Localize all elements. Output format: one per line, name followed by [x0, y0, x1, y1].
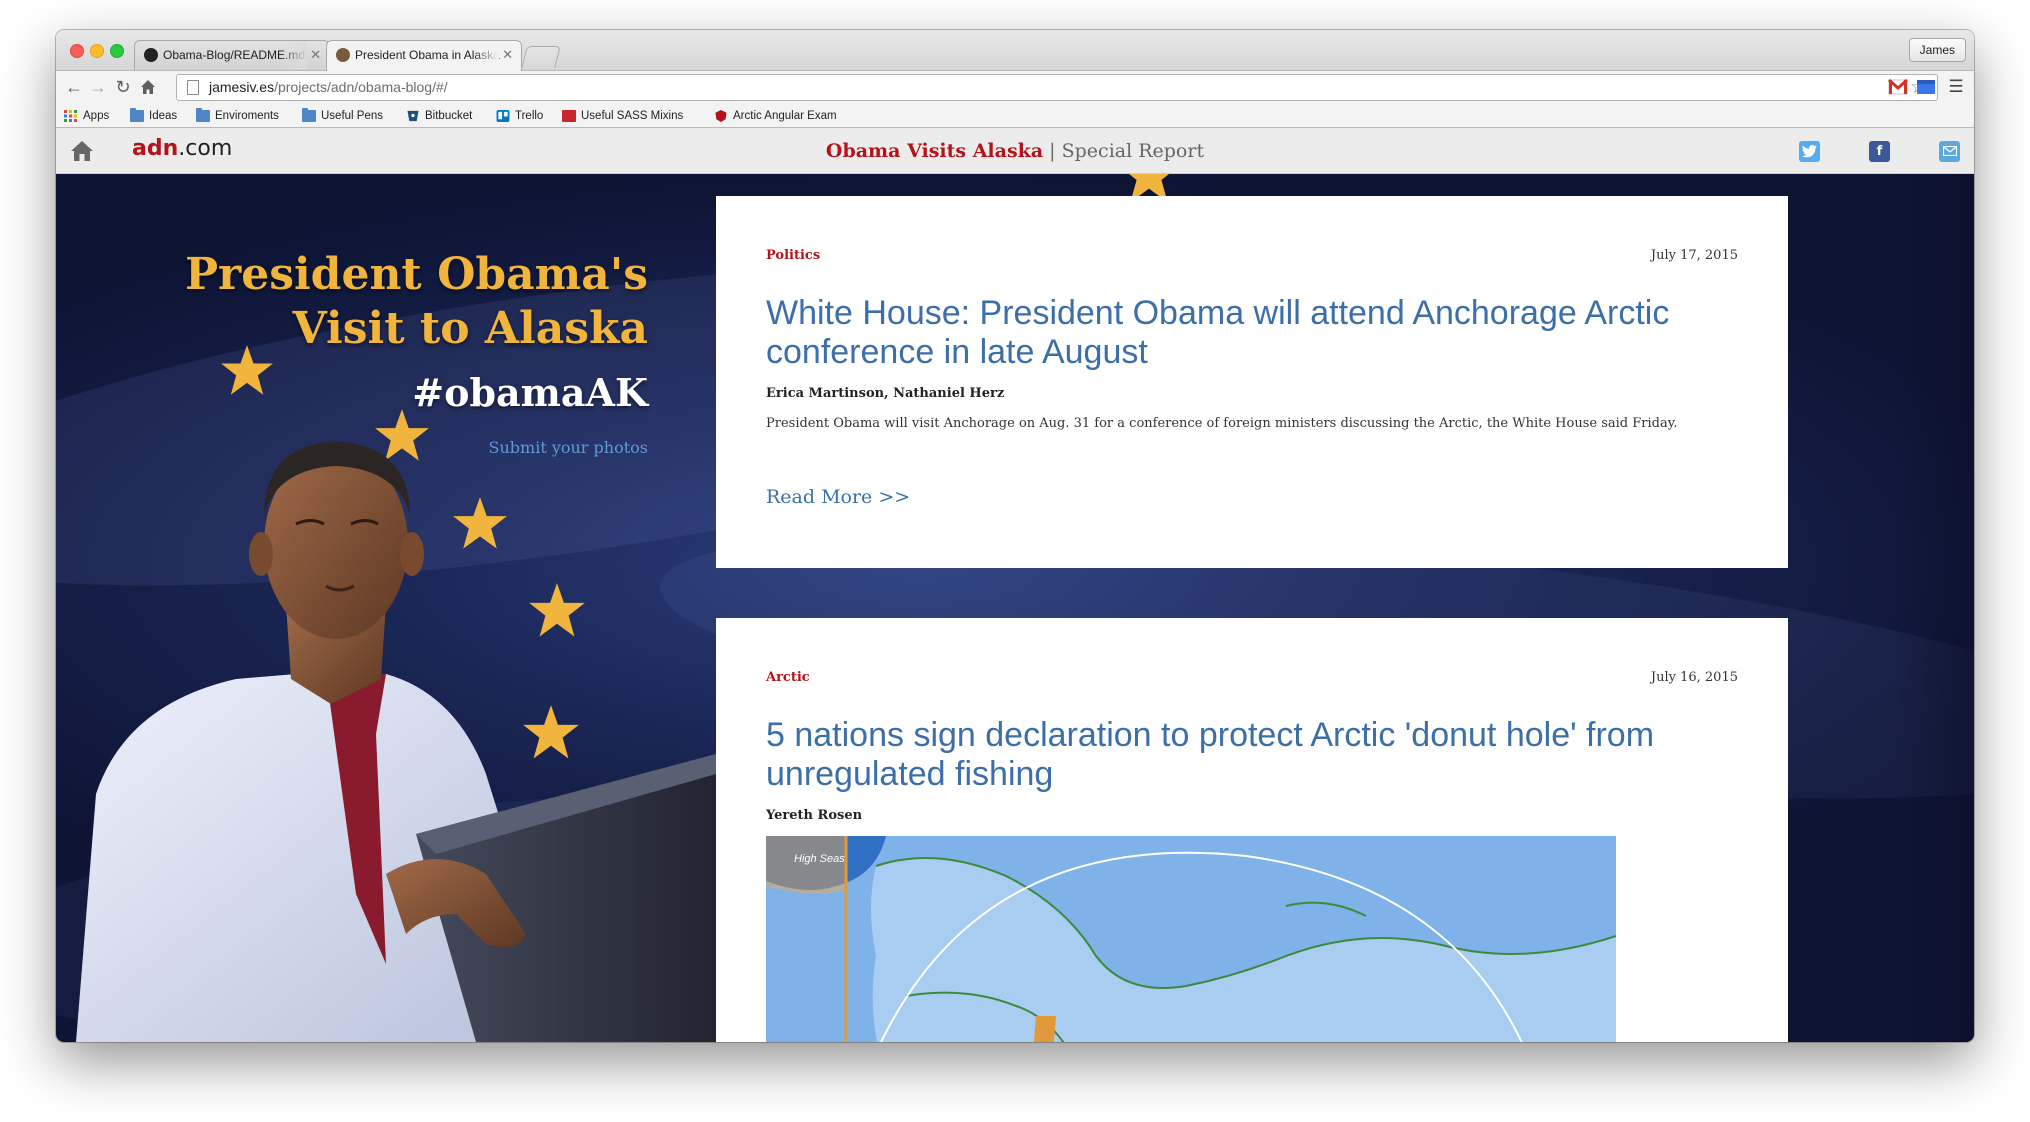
close-tab-icon[interactable]: ✕ [502, 41, 513, 69]
post-category[interactable]: Arctic [766, 670, 810, 685]
site-header: adn.com Obama Visits Alaska | Special Re… [56, 128, 1974, 174]
email-icon[interactable] [1939, 141, 1960, 162]
apps-grid-icon [64, 110, 77, 122]
bookmark-apps[interactable]: Apps [64, 104, 109, 128]
extension-icon[interactable] [1916, 78, 1936, 96]
post-date: July 16, 2015 [1650, 670, 1738, 685]
bookmark-enviroments[interactable]: Enviroments [196, 104, 279, 128]
reload-icon[interactable]: ↻ [111, 75, 135, 99]
bookmark-ideas[interactable]: Ideas [130, 104, 177, 128]
post-headline[interactable]: White House: President Obama will attend… [766, 294, 1756, 372]
codepen-icon [562, 110, 576, 122]
gmail-icon[interactable] [1888, 78, 1908, 96]
adn-icon [715, 110, 727, 122]
bookmark-bitbucket[interactable]: Bitbucket [406, 104, 472, 128]
bitbucket-icon [407, 110, 419, 122]
hero-title: President Obama's Visit to Alaska [184, 249, 648, 354]
post-card: Politics July 17, 2015 White House: Pres… [716, 196, 1788, 568]
svg-text:High Seas: High Seas [794, 853, 845, 865]
page-content: President Obama's Visit to Alaska #obama… [56, 174, 1974, 1042]
profile-button[interactable]: James [1908, 38, 1966, 62]
address-bar[interactable]: jamesiv.es/projects/adn/obama-blog/#/ ☆ [176, 74, 1938, 101]
facebook-icon[interactable]: f [1869, 141, 1890, 162]
menu-icon[interactable]: ☰ [1944, 75, 1968, 99]
post-card: Arctic July 16, 2015 5 nations sign decl… [716, 618, 1788, 1042]
close-tab-icon[interactable]: ✕ [310, 41, 321, 69]
tab-obama-alaska[interactable]: President Obama in Alaska ✕ [326, 40, 522, 71]
bookmark-arctic-angular[interactable]: Arctic Angular Exam [714, 104, 864, 128]
url-text: jamesiv.es/projects/adn/obama-blog/#/ [209, 79, 448, 95]
bookmark-useful-pens[interactable]: Useful Pens [302, 104, 383, 128]
president-photo [76, 442, 716, 1042]
github-icon [144, 48, 158, 62]
favicon-icon [336, 48, 350, 62]
minimize-window-button[interactable] [90, 44, 104, 58]
folder-icon [302, 108, 316, 122]
post-authors: Erica Martinson, Nathaniel Herz [766, 386, 1005, 401]
twitter-icon[interactable] [1799, 141, 1820, 162]
back-icon[interactable]: ← [62, 75, 86, 99]
close-window-button[interactable] [70, 44, 84, 58]
post-authors: Yereth Rosen [766, 808, 863, 823]
home-icon[interactable] [136, 75, 160, 99]
maximize-window-button[interactable] [110, 44, 124, 58]
page-icon [187, 80, 199, 95]
post-summary: President Obama will visit Anchorage on … [766, 416, 1678, 431]
trello-icon [496, 110, 510, 122]
desktop-background: Obama-Blog/README.md ✕ President Obama i… [0, 0, 2030, 1122]
post-date: July 17, 2015 [1650, 248, 1738, 263]
submit-photos-link[interactable]: Submit your photos [489, 438, 648, 457]
bookmarks-bar: Apps Ideas Enviroments Useful Pens Bitbu… [56, 104, 1974, 128]
bookmark-useful-sass-mixins[interactable]: Useful SASS Mixins [562, 104, 683, 128]
browser-toolbar: ← → ↻ jamesiv.es/projects/adn/obama-blog… [56, 70, 1974, 104]
hashtag: #obamaAK [412, 370, 648, 415]
folder-icon [196, 108, 210, 122]
bookmark-trello[interactable]: Trello [496, 104, 543, 128]
browser-window: Obama-Blog/README.md ✕ President Obama i… [56, 30, 1974, 1042]
page-title: Obama Visits Alaska | Special Report [825, 140, 1205, 162]
tab-bar: Obama-Blog/README.md ✕ President Obama i… [56, 30, 1974, 71]
tab-readme[interactable]: Obama-Blog/README.md ✕ [134, 40, 330, 70]
post-headline[interactable]: 5 nations sign declaration to protect Ar… [766, 716, 1756, 794]
arctic-map-image[interactable]: High Seas [766, 836, 1616, 1042]
read-more-link[interactable]: Read More >> [766, 486, 910, 508]
forward-icon[interactable]: → [86, 75, 110, 99]
folder-icon [130, 108, 144, 122]
new-tab-button[interactable] [521, 46, 561, 68]
post-category[interactable]: Politics [766, 248, 820, 263]
